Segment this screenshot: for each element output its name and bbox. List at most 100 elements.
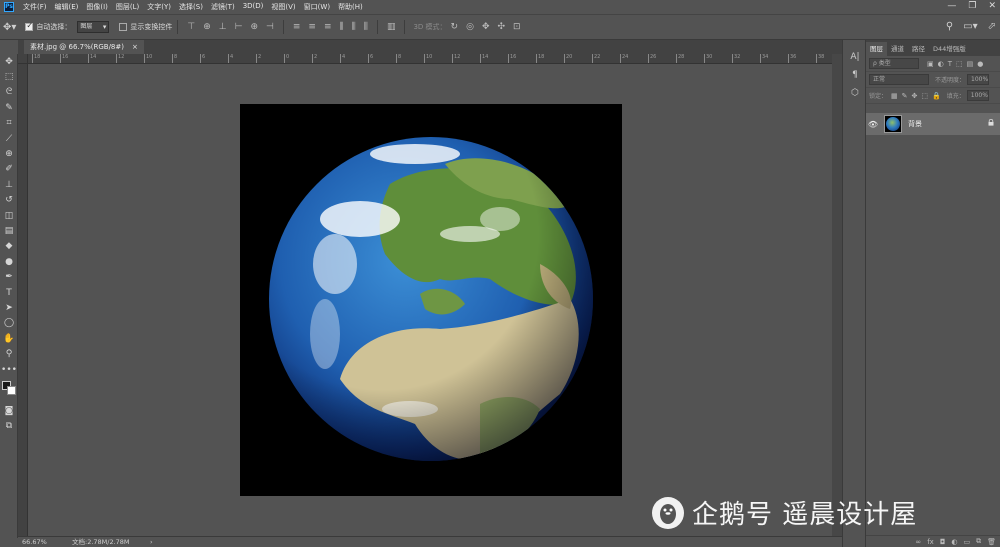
- brush-tool-icon[interactable]: ✐: [0, 162, 18, 177]
- menu-item[interactable]: 图层(L): [112, 2, 143, 12]
- pen-tool-icon[interactable]: ✒: [0, 269, 18, 284]
- layer-filter-input[interactable]: ρ 类型: [869, 58, 919, 69]
- menu-item[interactable]: 图像(I): [82, 2, 112, 12]
- tab-d44[interactable]: D44增强版: [929, 42, 970, 56]
- align-top-icon[interactable]: ⊤: [187, 22, 195, 32]
- adjustment-layer-icon[interactable]: ◐: [951, 538, 957, 546]
- menu-item[interactable]: 文件(F): [19, 2, 51, 12]
- 3d-rotate-icon[interactable]: ↻: [451, 22, 459, 32]
- fx-icon[interactable]: fx: [927, 538, 934, 546]
- quick-select-tool-icon[interactable]: ✎: [0, 100, 18, 115]
- eyedropper-tool-icon[interactable]: ⟋: [0, 131, 18, 146]
- link-layers-icon[interactable]: ∞: [915, 538, 921, 546]
- filter-shape-icon[interactable]: ⬚: [956, 60, 963, 68]
- eye-icon[interactable]: 👁: [866, 120, 880, 129]
- close-tab-icon[interactable]: ×: [132, 40, 138, 54]
- hand-tool-icon[interactable]: ✋: [0, 331, 18, 346]
- workspace-icon[interactable]: ▭▾: [963, 21, 977, 32]
- menu-item[interactable]: 帮助(H): [334, 2, 367, 12]
- canvas-area[interactable]: [28, 64, 832, 536]
- lock-artboard-icon[interactable]: ⬚: [921, 92, 928, 100]
- tab-paths[interactable]: 路径: [908, 42, 929, 56]
- menu-item[interactable]: 滤镜(T): [207, 2, 239, 12]
- 3d-drag-icon[interactable]: ✥: [482, 22, 490, 32]
- align-hcenter-icon[interactable]: ⊕: [250, 22, 258, 32]
- auto-select-checkbox[interactable]: [25, 21, 34, 31]
- distribute-hcenter-icon[interactable]: ⫼: [352, 22, 356, 32]
- group-icon[interactable]: ▭: [963, 538, 970, 546]
- move-tool-icon[interactable]: ✥: [0, 54, 18, 69]
- tab-channels[interactable]: 通道: [887, 42, 908, 56]
- filter-toggle-icon[interactable]: ●: [977, 60, 983, 68]
- new-layer-icon[interactable]: ⧉: [976, 537, 981, 546]
- gradient-tool-icon[interactable]: ▤: [0, 223, 18, 238]
- blend-mode-dropdown[interactable]: 正常: [869, 74, 929, 85]
- lock-position-icon[interactable]: ✥: [912, 92, 918, 100]
- share-icon[interactable]: ⬀: [988, 21, 996, 32]
- zoom-tool-icon[interactable]: ⚲: [0, 346, 18, 361]
- restore-button[interactable]: ❐: [968, 1, 976, 11]
- history-brush-tool-icon[interactable]: ↺: [0, 193, 18, 208]
- tab-layers[interactable]: 图层: [866, 42, 887, 56]
- document-tab[interactable]: 素材.jpg @ 66.7%(RGB/8#) ×: [24, 40, 144, 54]
- background-color-swatch[interactable]: [7, 386, 16, 396]
- search-icon[interactable]: ⚲: [946, 21, 953, 32]
- distribute-top-icon[interactable]: ≡: [293, 22, 301, 32]
- menu-item[interactable]: 窗口(W): [300, 2, 334, 12]
- show-transform-checkbox[interactable]: [119, 23, 128, 31]
- add-mask-icon[interactable]: ◘: [940, 538, 946, 546]
- quick-mask-icon[interactable]: ◙: [0, 403, 18, 418]
- opacity-input[interactable]: 100%: [967, 74, 990, 85]
- auto-align-icon[interactable]: ▥: [387, 22, 396, 32]
- lasso-tool-icon[interactable]: ᘓ: [0, 85, 18, 100]
- lock-pixels-icon[interactable]: ✎: [902, 92, 908, 100]
- distribute-left-icon[interactable]: ⫼: [340, 22, 344, 32]
- auto-select-dropdown[interactable]: 图层: [77, 21, 110, 33]
- menu-item[interactable]: 文字(Y): [143, 2, 175, 12]
- paragraph-panel-icon[interactable]: ¶: [843, 66, 867, 84]
- screen-mode-icon[interactable]: ⧉: [0, 419, 18, 434]
- ellipse-tool-icon[interactable]: ◯: [0, 316, 18, 331]
- marquee-tool-icon[interactable]: ⬚: [0, 69, 18, 84]
- distribute-vcenter-icon[interactable]: ≡: [308, 22, 316, 32]
- menu-item[interactable]: 选择(S): [175, 2, 207, 12]
- align-left-icon[interactable]: ⊢: [235, 22, 243, 32]
- color-swatches[interactable]: [0, 377, 18, 403]
- crop-tool-icon[interactable]: ⌗: [0, 116, 18, 131]
- eraser-tool-icon[interactable]: ◫: [0, 208, 18, 223]
- trash-icon[interactable]: 🗑: [987, 538, 996, 546]
- path-select-tool-icon[interactable]: ➤: [0, 300, 18, 315]
- dodge-tool-icon[interactable]: ●: [0, 254, 18, 269]
- align-right-icon[interactable]: ⊣: [266, 22, 274, 32]
- layer-row[interactable]: 👁 背景: [866, 113, 1000, 135]
- status-menu-arrow[interactable]: ›: [150, 537, 153, 547]
- menu-item[interactable]: 3D(D): [239, 2, 268, 12]
- type-tool-icon[interactable]: T: [0, 285, 18, 300]
- move-tool-preset-icon[interactable]: ✥▾: [3, 22, 16, 33]
- filter-adjust-icon[interactable]: ◐: [938, 60, 944, 68]
- 3d-panel-icon[interactable]: ⬡: [843, 84, 867, 102]
- blur-tool-icon[interactable]: ◆: [0, 239, 18, 254]
- distribute-bottom-icon[interactable]: ≡: [324, 22, 332, 32]
- align-bottom-icon[interactable]: ⊥: [219, 22, 227, 32]
- more-tools-icon[interactable]: •••: [0, 362, 18, 377]
- filter-pixel-icon[interactable]: ▣: [927, 60, 934, 68]
- character-panel-icon[interactable]: A|: [843, 48, 867, 66]
- 3d-roll-icon[interactable]: ◎: [466, 22, 474, 32]
- distribute-right-icon[interactable]: ⫼: [364, 22, 368, 32]
- align-vcenter-icon[interactable]: ⊕: [203, 22, 211, 32]
- menu-item[interactable]: 编辑(E): [51, 2, 83, 12]
- healing-brush-tool-icon[interactable]: ⊕: [0, 146, 18, 161]
- lock-transparent-icon[interactable]: ▦: [891, 92, 898, 100]
- clone-stamp-tool-icon[interactable]: ⊥: [0, 177, 18, 192]
- document-canvas[interactable]: [240, 104, 622, 496]
- close-button[interactable]: ✕: [988, 1, 996, 11]
- vertical-scrollbar[interactable]: [832, 54, 842, 536]
- fill-input[interactable]: 100%: [966, 90, 989, 101]
- 3d-scale-icon[interactable]: ⊡: [513, 22, 521, 32]
- minimize-button[interactable]: —: [947, 1, 956, 11]
- 3d-slide-icon[interactable]: ✣: [497, 22, 505, 32]
- lock-all-icon[interactable]: 🔒: [932, 92, 941, 100]
- menu-item[interactable]: 视图(V): [267, 2, 299, 12]
- filter-smart-icon[interactable]: ▤: [967, 60, 974, 68]
